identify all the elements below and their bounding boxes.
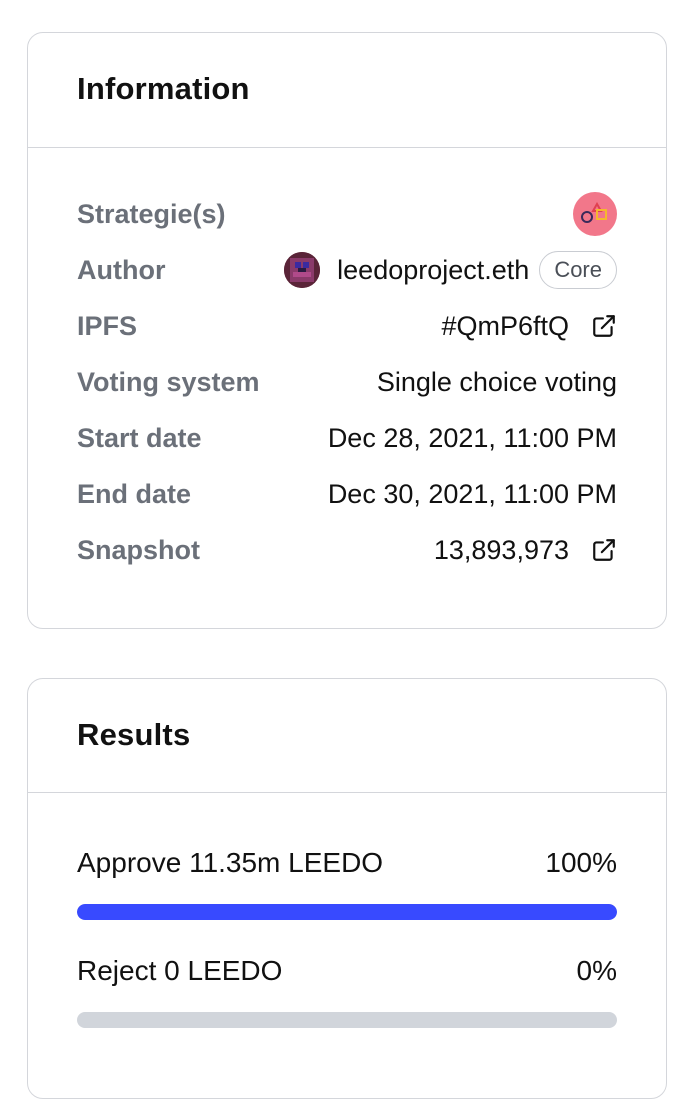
ipfs-link[interactable]: #QmP6ftQ [441, 311, 617, 342]
author-label: Author [77, 254, 166, 285]
voting-system-row: Voting system Single choice voting [77, 354, 617, 410]
information-card: Information Strategie(s) Author leedopro… [27, 32, 667, 629]
strategies-label: Strategie(s) [77, 198, 226, 229]
snapshot-value[interactable]: 13,893,973 [434, 535, 569, 566]
information-title: Information [77, 71, 250, 106]
result-percent: 100% [545, 847, 617, 878]
end-date-row: End date Dec 30, 2021, 11:00 PM [77, 466, 617, 522]
strategies-row: Strategie(s) [77, 186, 617, 242]
avatar[interactable] [284, 252, 321, 288]
results-header: Results [28, 679, 666, 793]
results-title: Results [77, 716, 191, 752]
strategy-shapes-icon[interactable] [573, 192, 617, 236]
voting-system-value: Single choice voting [376, 366, 617, 397]
result-choice-label: Approve 11.35m LEEDO [77, 847, 384, 878]
core-badge: Core [539, 251, 617, 289]
snapshot-link[interactable]: 13,893,973 [434, 535, 617, 566]
end-date-label: End date [77, 478, 192, 509]
voting-system-label: Voting system [77, 366, 260, 397]
results-body: Approve 11.35m LEEDO 100% Reject 0 LEEDO… [28, 793, 666, 1028]
result-reject: Reject 0 LEEDO 0% [77, 951, 617, 1028]
result-choice-label: Reject 0 LEEDO [77, 955, 283, 986]
author-name-link[interactable]: leedoproject.eth [337, 255, 529, 286]
ipfs-row: IPFS #QmP6ftQ [77, 298, 617, 354]
result-line: Approve 11.35m LEEDO 100% [77, 843, 617, 883]
snapshot-row: Snapshot 13,893,973 [77, 522, 617, 578]
start-date-row: Start date Dec 28, 2021, 11:00 PM [77, 410, 617, 466]
end-date-value: Dec 30, 2021, 11:00 PM [327, 478, 617, 509]
result-progress-track [77, 1012, 617, 1028]
result-approve: Approve 11.35m LEEDO 100% [77, 843, 617, 920]
information-header: Information [28, 33, 666, 148]
start-date-label: Start date [77, 422, 202, 453]
author-row: Author leedoproject.eth Core [77, 242, 617, 298]
external-link-icon[interactable] [591, 537, 617, 563]
result-percent: 0% [576, 955, 617, 986]
snapshot-label: Snapshot [77, 534, 201, 565]
results-card: Results Approve 11.35m LEEDO 100% Reject… [27, 678, 667, 1099]
start-date-value: Dec 28, 2021, 11:00 PM [327, 422, 617, 453]
information-body: Strategie(s) Author leedoproject.eth Cor… [28, 148, 666, 578]
author-value: leedoproject.eth Core [284, 251, 617, 289]
result-progress-track [77, 904, 617, 920]
result-progress-fill [77, 904, 617, 920]
external-link-icon[interactable] [591, 313, 617, 339]
ipfs-label: IPFS [77, 310, 138, 341]
ipfs-value[interactable]: #QmP6ftQ [441, 311, 569, 342]
result-line: Reject 0 LEEDO 0% [77, 951, 617, 991]
